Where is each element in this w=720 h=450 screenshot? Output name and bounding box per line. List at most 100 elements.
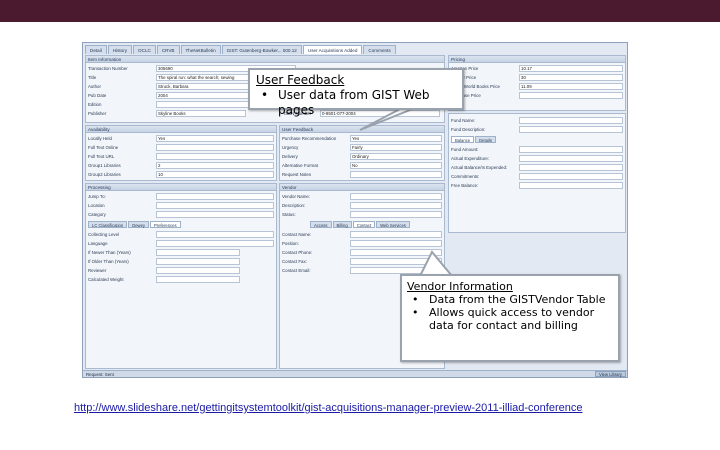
field-label: Category	[88, 212, 106, 217]
field-row: Urgency Fairly	[280, 144, 446, 151]
vendor-description-field[interactable]	[350, 202, 442, 209]
subtab-access[interactable]: Access	[310, 221, 332, 228]
urgency-field[interactable]: Fairly	[350, 144, 442, 151]
category-field[interactable]	[156, 211, 274, 218]
subtab-billing[interactable]: Billing	[332, 221, 352, 228]
field-label: Calculated Weight	[88, 277, 124, 282]
vendor-name-field[interactable]	[350, 193, 442, 200]
field-label: Group1 Libraries	[88, 163, 121, 168]
position-field[interactable]	[350, 240, 442, 247]
field-row: Request Notes	[280, 171, 446, 178]
field-label: Fund Amount:	[451, 147, 479, 152]
field-label: Locally Held	[88, 136, 112, 141]
request-notes-field[interactable]	[350, 171, 442, 178]
user-feedback-callout-title: User Feedback	[256, 73, 345, 87]
subtab-balance[interactable]: Balance	[451, 136, 475, 143]
field-row: Delivery Ordinary	[280, 153, 446, 160]
field-row: Reviewer	[86, 267, 278, 274]
alternative-format-field[interactable]: No	[350, 162, 442, 169]
collecting-level-field[interactable]	[156, 231, 274, 238]
vendor-callout-title: Vendor Information	[407, 280, 513, 293]
field-row: Category	[86, 211, 278, 218]
bullet-dot: •	[412, 306, 419, 319]
field-row: Collecting Level	[86, 231, 278, 238]
item-info-header: Item Information	[86, 56, 444, 63]
field-row: Alternative Format No	[280, 162, 446, 169]
full-text-online-field[interactable]	[156, 144, 274, 151]
field-row: If Older Than (Years)	[86, 258, 278, 265]
field-label: Urgency	[282, 145, 299, 150]
actual-balance-field[interactable]	[519, 164, 623, 171]
field-row: Status:	[280, 211, 446, 218]
contact-email-field[interactable]	[350, 267, 442, 274]
subtab-dewey[interactable]: Dewey	[128, 221, 149, 228]
record-tabs: Detail History OCLC CRVB TheNetBulletin …	[85, 45, 396, 54]
tab-history[interactable]: History	[107, 45, 133, 54]
status-bar: Request: Sent View Library	[83, 370, 627, 377]
contact-name-field[interactable]	[350, 231, 442, 238]
availability-header: Availability	[86, 126, 276, 133]
subtab-details[interactable]: Details	[475, 136, 496, 143]
field-label: Status:	[282, 212, 296, 217]
tab-user-acquisitions[interactable]: User Acquisitions Added	[302, 45, 363, 54]
actual-expenditure-field[interactable]	[519, 155, 623, 162]
calculated-weight-field[interactable]	[156, 276, 240, 283]
group2-libraries-field[interactable]: 10	[156, 171, 274, 178]
fund-name-field[interactable]	[519, 117, 623, 124]
field-label: Language	[88, 241, 108, 246]
field-label: Group2 Libraries	[88, 172, 121, 177]
delivery-field[interactable]: Ordinary	[350, 153, 442, 160]
contact-fax-field[interactable]	[350, 258, 442, 265]
tab-detail[interactable]: Detail	[85, 45, 107, 54]
commitments-field[interactable]	[519, 173, 623, 180]
vendor-subtabs: Access Billing Contact Web Services	[310, 221, 410, 228]
tab-oclc[interactable]: OCLC	[133, 45, 156, 54]
reviewer-field[interactable]	[156, 267, 240, 274]
processing-subtabs: LC Classification Dewey Preferences	[88, 221, 181, 228]
free-balance-field[interactable]	[519, 182, 623, 189]
bullet-text: Allows quick access to vendor data for c…	[429, 306, 595, 332]
amazon-price-field[interactable]: 10.17	[519, 65, 623, 72]
subtab-preferences[interactable]: Preferences	[150, 221, 181, 228]
newer-than-field[interactable]	[156, 249, 240, 256]
group1-libraries-field[interactable]: 2	[156, 162, 274, 169]
tab-crvb[interactable]: CRVB	[156, 45, 180, 54]
processing-panel: Processing Jump To: Location Category LC…	[85, 183, 277, 369]
vendor-price-field[interactable]: 30	[519, 74, 623, 81]
subtab-lc-classification[interactable]: LC Classification	[88, 221, 128, 228]
field-row: Jump To:	[86, 193, 278, 200]
field-label: Full Text Online	[88, 145, 119, 150]
tab-comments[interactable]: Comments	[363, 45, 396, 54]
bwb-price-field[interactable]: 11.09	[519, 83, 623, 90]
field-row: Free Balance:	[449, 182, 627, 189]
tab-net-bulletin[interactable]: TheNetBulletin	[180, 45, 221, 54]
field-row: Full Text URL	[86, 153, 278, 160]
field-label: Collecting Level	[88, 232, 119, 237]
view-library-button[interactable]: View Library	[595, 371, 626, 377]
fund-description-field[interactable]	[519, 126, 623, 133]
older-than-field[interactable]	[156, 258, 240, 265]
field-label: Purchase Recommendation	[282, 136, 337, 141]
field-label: Transaction Number	[88, 66, 128, 71]
fund-amount-field[interactable]	[519, 146, 623, 153]
callout-bullet: • Data from the GISTVendor Table	[407, 293, 613, 306]
full-text-url-field[interactable]	[156, 153, 274, 160]
field-label: Full Text URL	[88, 154, 115, 159]
field-label: Description:	[282, 203, 306, 208]
field-row: Location	[86, 202, 278, 209]
subtab-web-services[interactable]: Web Services	[376, 221, 410, 228]
jump-to-field[interactable]	[156, 193, 274, 200]
subtab-contact[interactable]: Contact	[352, 221, 376, 228]
field-label: If Newer Than (Years)	[88, 250, 131, 255]
purchase-recommendation-field[interactable]: Yes	[350, 135, 442, 142]
language-field[interactable]	[156, 240, 274, 247]
locally-held-field[interactable]: Yes	[156, 135, 274, 142]
publisher-field[interactable]: Skyline Books	[156, 110, 246, 117]
vendor-status-field[interactable]	[350, 211, 442, 218]
field-row: Commitments:	[449, 173, 627, 180]
purchase-price-field[interactable]	[519, 92, 623, 99]
tab-gist-gutenberg[interactable]: GIST: Gutenberg-Bowker... 000.12	[221, 45, 302, 54]
contact-phone-field[interactable]	[350, 249, 442, 256]
source-link[interactable]: http://www.slideshare.net/gettingitsyste…	[74, 402, 582, 414]
location-field[interactable]	[156, 202, 274, 209]
